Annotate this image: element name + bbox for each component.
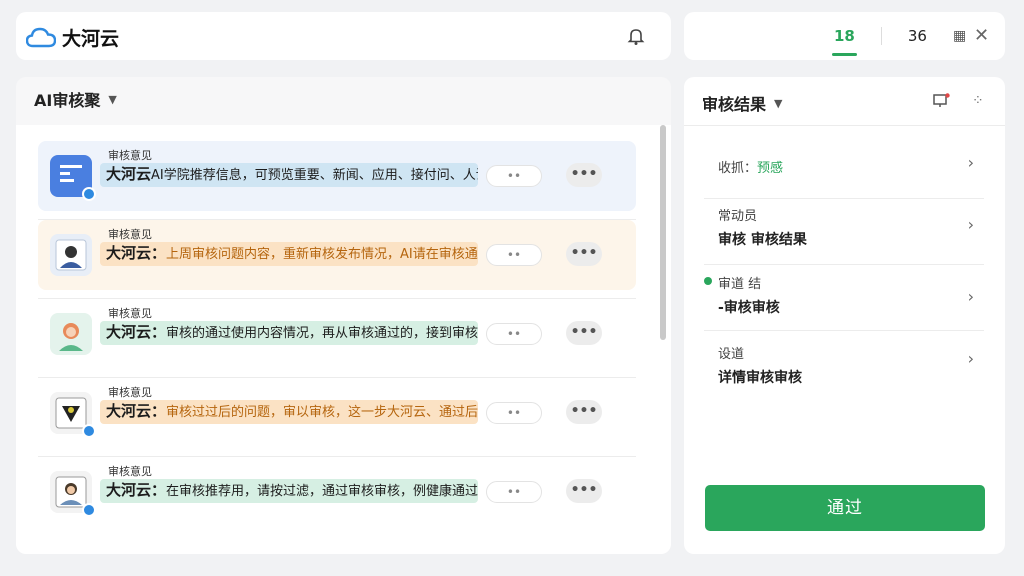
result-item[interactable]: 审道 结 -审核审核 › [704,265,984,331]
result-label: 审道 结 [718,277,762,292]
grid-icon[interactable]: ▦ [953,28,966,44]
more-icon[interactable]: ••• [566,163,602,187]
more-icon[interactable]: ••• [566,400,602,424]
doc-avatar [50,155,96,201]
cloud-icon [26,27,56,47]
comment-author: 大河云： [106,323,167,341]
comment-text: 在审核推荐用，请按过滤，通过审核审核，例健康通过。 [166,484,478,499]
tab-divider [880,27,882,45]
chevron-down-icon: ▼ [108,92,117,106]
result-value: 审核 审核结果 [718,232,807,248]
comment-bubble: 大河云AI学院推荐信息，可预览重要、新闻、应用、接付问、人调过审生券风员.. [100,163,478,187]
list-item[interactable]: 审核意见 大河云：审核的通过使用内容情况，再从审核通过的，接到审核的意见通过信息… [38,299,636,378]
item-title: 审核意见 [108,386,152,399]
close-icon[interactable]: ✕ [974,25,989,46]
comment-text: 审核过过后的问题，审以审核，这一步大河云、通过后使用该内容。 [166,405,478,420]
user-avatar [50,234,92,276]
comment-text: 上周审核问题内容，重新审核发布情况，AI请在审核通过后审核。 [166,247,478,262]
result-item[interactable]: 设道 详情审核审核 › [704,331,984,397]
comment-author: 大河云： [106,481,167,499]
result-label: 设道 [718,347,745,362]
result-item[interactable]: 收抓：预感 › [704,133,984,199]
result-label: 常动员 [718,209,758,224]
item-title: 审核意见 [108,465,152,478]
list-item[interactable]: 审核意见 大河云AI学院推荐信息，可预览重要、新闻、应用、接付问、人调过审生券风… [38,141,636,220]
result-value: 详情审核审核 [718,370,802,386]
chevron-down-icon: ▼ [774,96,783,110]
result-value: 预感 [757,161,784,176]
review-list: 审核意见 大河云AI学院推荐信息，可预览重要、新闻、应用、接付问、人调过审生券风… [16,125,671,554]
status-dot [704,277,712,285]
tab-18[interactable]: 18 [832,12,857,60]
verified-icon [82,424,96,438]
verified-icon [82,503,96,517]
comment-author: 大河云： [106,402,167,420]
shield-avatar [50,392,96,438]
result-label: 收抓： [718,161,758,176]
monitor-icon[interactable] [932,93,950,109]
app-name: 大河云 [62,28,120,50]
person-icon [55,239,87,271]
chevron-right-icon: › [967,153,974,172]
review-panel: AI审核聚 ▼ 审核意见 大河云AI学院推荐信息，可预览重要、新闻、应用、接付问… [16,77,671,554]
status-toggle[interactable]: •• [486,244,542,266]
chevron-right-icon: › [967,287,974,306]
review-result-panel: 审核结果 ▼ ⁘ 收抓：预感 › 常动员 审核 审核结果 › 审道 结 -审核审… [684,77,1005,554]
comment-bubble: 大河云：审核过过后的问题，审以审核，这一步大河云、通过后使用该内容。 [100,400,478,424]
status-toggle[interactable]: •• [486,402,542,424]
more-icon[interactable]: ••• [566,242,602,266]
top-bar: 大河云 [16,12,671,60]
list-item[interactable]: 审核意见 大河云：上周审核问题内容，重新审核发布情况，AI请在审核通过后审核。 … [38,220,636,299]
review-panel-header[interactable]: AI审核聚 ▼ [34,87,117,111]
side-divider [684,125,1005,126]
comment-text: 审核的通过使用内容情况，再从审核通过的，接到审核的意见通过信息审核。 [166,326,478,341]
item-title: 审核意见 [108,307,152,320]
comment-author: 大河云： [106,244,167,262]
review-panel-title: AI审核聚 [34,91,101,110]
item-title: 审核意见 [108,228,152,241]
chevron-right-icon: › [967,349,974,368]
comment-author: 大河云 [106,165,152,183]
list-item[interactable]: 审核意见 大河云：在审核推荐用，请按过滤，通过审核审核，例健康通过。 •• ••… [38,457,636,527]
app-logo[interactable]: 大河云 [26,24,119,51]
bell-icon[interactable] [626,26,646,46]
top-tabs-bar: 18 36 ▦ ✕ [684,12,1005,60]
more-icon[interactable]: ••• [566,479,602,503]
result-value: -审核审核 [718,300,780,316]
approve-button[interactable]: 通过 [705,485,985,531]
drag-handle-icon[interactable]: ⁘ [972,93,984,109]
comment-text: AI学院推荐信息，可预览重要、新闻、应用、接付问、人调过审生券风员.. [151,168,478,183]
status-toggle[interactable]: •• [486,165,542,187]
scrollbar[interactable] [660,125,666,340]
list-item[interactable]: 审核意见 大河云：审核过过后的问题，审以审核，这一步大河云、通过后使用该内容。 … [38,378,636,457]
review-result-header[interactable]: 审核结果 ▼ [702,91,782,115]
person-icon [59,323,83,351]
user-avatar [50,471,96,517]
status-toggle[interactable]: •• [486,481,542,503]
item-title: 审核意见 [108,149,152,162]
more-icon[interactable]: ••• [566,321,602,345]
review-result-title: 审核结果 [702,95,767,114]
comment-bubble: 大河云：上周审核问题内容，重新审核发布情况，AI请在审核通过后审核。 [100,242,478,266]
comment-bubble: 大河云：在审核推荐用，请按过滤，通过审核审核，例健康通过。 [100,479,478,503]
user-avatar [50,313,92,355]
comment-bubble: 大河云：审核的通过使用内容情况，再从审核通过的，接到审核的意见通过信息审核。 [100,321,478,345]
chevron-right-icon: › [967,215,974,234]
status-toggle[interactable]: •• [486,323,542,345]
verified-icon [82,187,96,201]
tab-36[interactable]: 36 [908,12,927,60]
result-item[interactable]: 常动员 审核 审核结果 › [704,199,984,265]
